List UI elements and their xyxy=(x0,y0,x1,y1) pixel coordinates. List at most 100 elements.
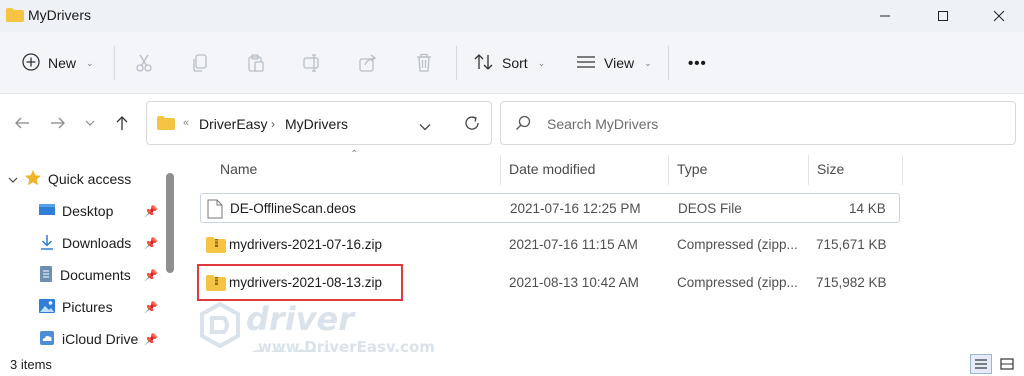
search-input[interactable] xyxy=(547,113,987,135)
file-size: 715,671 KB xyxy=(816,237,887,252)
file-icon xyxy=(207,199,223,222)
file-date: 2021-07-16 12:25 PM xyxy=(510,201,641,216)
table-row[interactable]: mydrivers-2021-07-16.zip 2021-07-16 11:1… xyxy=(200,230,900,260)
rename-icon[interactable] xyxy=(298,49,326,77)
pin-icon[interactable]: 📌 xyxy=(144,269,158,282)
sidebar-item-icloud-drive[interactable]: iCloud Drive xyxy=(38,325,138,353)
sidebar-scrollbar[interactable] xyxy=(166,173,174,273)
sidebar-item-pictures[interactable]: Pictures xyxy=(38,293,113,321)
download-icon xyxy=(38,233,56,254)
divider xyxy=(668,46,669,80)
sort-icon xyxy=(474,53,494,74)
file-type: Compressed (zipp... xyxy=(677,237,798,252)
window-title: MyDrivers xyxy=(28,7,91,23)
share-icon[interactable] xyxy=(354,49,382,77)
sort-button[interactable]: Sort ⌄ xyxy=(474,46,545,80)
chevron-right-icon[interactable]: › xyxy=(271,117,275,131)
pin-icon[interactable]: 📌 xyxy=(144,333,158,346)
address-dropdown-button[interactable] xyxy=(419,118,431,134)
address-bar[interactable]: « DriverEasy › MyDrivers xyxy=(146,101,492,145)
file-name: mydrivers-2021-07-16.zip xyxy=(229,237,383,252)
recent-locations-button[interactable] xyxy=(78,111,102,135)
sidebar-item-desktop[interactable]: Desktop xyxy=(38,197,113,225)
more-icon: ••• xyxy=(688,54,707,72)
file-type: DEOS File xyxy=(678,201,742,216)
forward-button[interactable] xyxy=(46,111,70,135)
view-icon xyxy=(576,54,596,73)
desktop-icon xyxy=(38,202,56,221)
sidebar-item-label: Quick access xyxy=(48,171,132,187)
folder-icon xyxy=(6,8,24,25)
pin-icon[interactable]: 📌 xyxy=(144,237,158,250)
sidebar-item-label: Pictures xyxy=(62,299,113,315)
chevron-down-icon: ⌄ xyxy=(537,57,546,68)
up-button[interactable] xyxy=(110,111,134,135)
column-divider[interactable] xyxy=(668,155,669,185)
sidebar-item-downloads[interactable]: Downloads xyxy=(38,229,131,257)
divider xyxy=(114,46,115,80)
sidebar-item-documents[interactable]: Documents xyxy=(38,261,131,289)
add-icon xyxy=(22,52,40,74)
chevron-down-icon[interactable] xyxy=(8,171,18,187)
search-icon xyxy=(515,115,531,134)
column-divider[interactable] xyxy=(500,155,501,185)
breadcrumb-item-mydrivers[interactable]: MyDrivers xyxy=(285,116,348,132)
file-type: Compressed (zipp... xyxy=(677,275,798,290)
annotation-highlight xyxy=(197,264,403,301)
divider xyxy=(456,46,457,80)
sidebar-item-label: iCloud Drive xyxy=(62,331,139,347)
driver-easy-logo-icon xyxy=(200,301,240,351)
column-header-name[interactable]: Name xyxy=(220,161,257,177)
copy-icon[interactable] xyxy=(186,49,214,77)
refresh-icon[interactable] xyxy=(463,114,481,135)
chevron-down-icon: ⌄ xyxy=(644,57,652,68)
more-options-button[interactable]: ••• xyxy=(688,46,707,80)
search-box[interactable] xyxy=(500,101,1016,145)
zip-folder-icon xyxy=(206,237,226,256)
file-name: DE-OfflineScan.deos xyxy=(230,201,356,216)
icloud-icon xyxy=(38,329,56,350)
sort-ascending-icon: ⌃ xyxy=(350,149,359,160)
delete-icon[interactable] xyxy=(410,49,438,77)
new-button[interactable]: New ⌄ xyxy=(22,46,94,80)
column-divider[interactable] xyxy=(808,155,809,185)
item-count: 3 items xyxy=(10,357,52,372)
sort-label: Sort xyxy=(502,55,528,71)
sidebar-item-quick-access[interactable]: Quick access xyxy=(8,165,131,193)
view-label: View xyxy=(604,55,635,71)
watermark: driver easy www.DriverEasy.com xyxy=(200,300,440,376)
file-size: 14 KB xyxy=(849,201,886,216)
file-date: 2021-08-13 10:42 AM xyxy=(509,275,639,290)
column-divider[interactable] xyxy=(902,155,903,185)
paste-icon[interactable] xyxy=(242,49,270,77)
breadcrumb-item-drivereasy[interactable]: DriverEasy xyxy=(199,116,267,132)
view-button[interactable]: View ⌄ xyxy=(576,46,652,80)
column-header-size[interactable]: Size xyxy=(817,161,844,177)
pictures-icon xyxy=(38,298,56,317)
title-bar: MyDrivers xyxy=(0,0,1024,32)
breadcrumb-overflow[interactable]: « xyxy=(183,117,189,129)
star-icon xyxy=(24,169,42,190)
column-header-date-modified[interactable]: Date modified xyxy=(509,161,595,177)
minimize-button[interactable] xyxy=(862,0,908,32)
command-bar: New ⌄ Sort ⌄ View ⌄ ••• xyxy=(0,32,1024,94)
table-row[interactable]: DE-OfflineScan.deos 2021-07-16 12:25 PM … xyxy=(200,193,900,223)
sidebar-item-label: Downloads xyxy=(62,235,132,251)
tiles-view-button[interactable] xyxy=(996,354,1018,374)
column-header-type[interactable]: Type xyxy=(677,161,707,177)
file-date: 2021-07-16 11:15 AM xyxy=(509,237,638,252)
new-label: New xyxy=(48,55,77,71)
sidebar-item-label: Desktop xyxy=(62,203,114,219)
back-button[interactable] xyxy=(10,111,34,135)
close-button[interactable] xyxy=(976,0,1022,32)
pin-icon[interactable]: 📌 xyxy=(144,205,158,218)
maximize-button[interactable] xyxy=(920,0,966,32)
documents-icon xyxy=(38,265,54,286)
details-view-button[interactable] xyxy=(970,354,992,374)
file-size: 715,982 KB xyxy=(816,275,887,290)
pin-icon[interactable]: 📌 xyxy=(144,301,158,314)
sidebar-item-label: Documents xyxy=(60,267,131,283)
cut-icon[interactable] xyxy=(130,49,158,77)
folder-icon xyxy=(157,116,175,133)
chevron-down-icon: ⌄ xyxy=(86,57,94,68)
